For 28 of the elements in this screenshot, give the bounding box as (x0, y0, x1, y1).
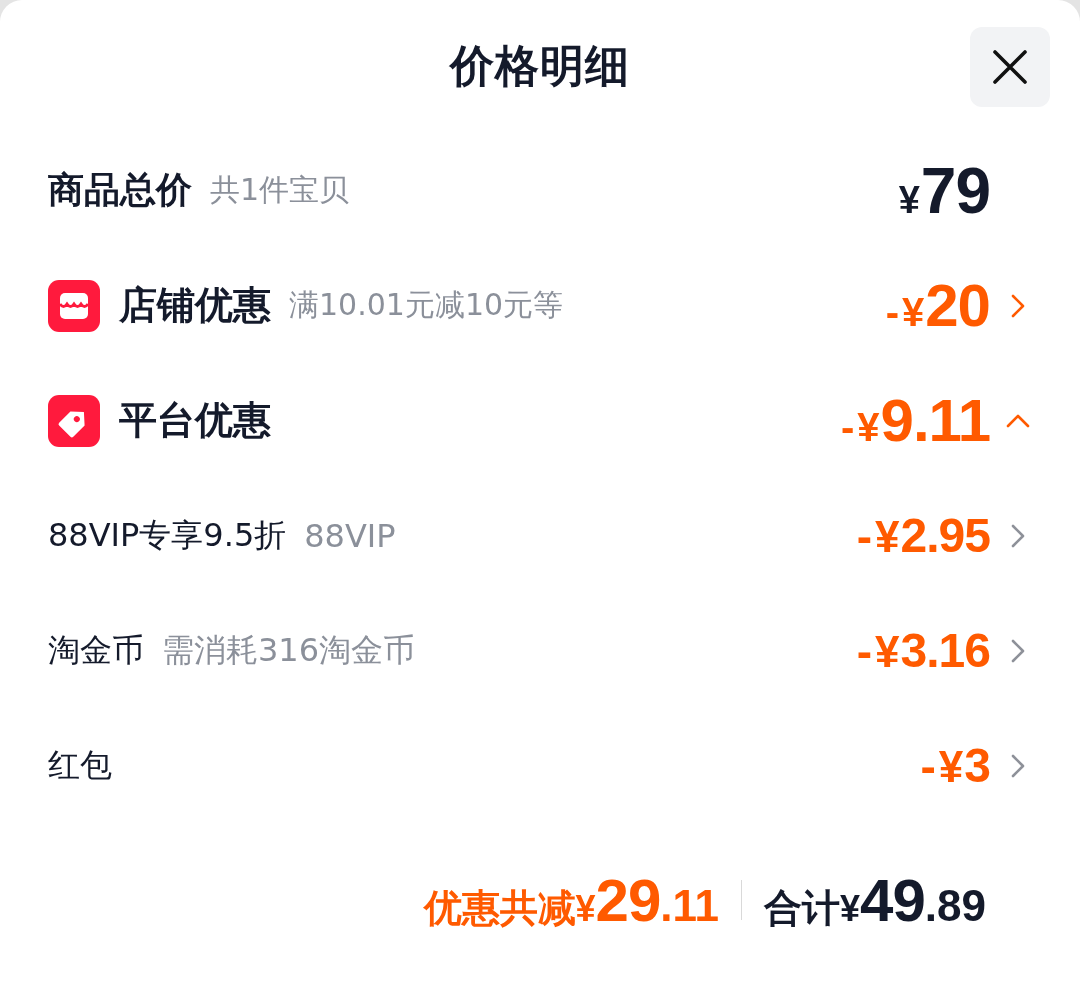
discount-amount: -¥9.11 (840, 386, 990, 455)
dialog-title: 价格明细 (450, 39, 630, 93)
discount-note: 满10.01元减10元等 (289, 286, 564, 324)
discount-item-label: 红包 (48, 744, 112, 786)
discount-label: 平台优惠 (119, 397, 271, 444)
discount-item-note: 88VIP (304, 516, 396, 555)
discount-item-amount: -¥3.16 (856, 623, 990, 678)
discount-item-amount: -¥2.95 (856, 508, 990, 563)
chevron-right-icon[interactable] (1011, 523, 1025, 548)
chevron-right-icon[interactable] (1011, 753, 1025, 778)
order-total: 合计¥49.89 (764, 865, 986, 935)
savings-total: 优惠共减¥29.11 (423, 865, 720, 935)
discount-amount: -¥20 (885, 271, 990, 340)
item-count-note: 共1件宝贝 (210, 171, 350, 209)
chevron-right-icon[interactable] (1011, 293, 1025, 318)
tag-icon (48, 394, 100, 447)
chevron-up-icon[interactable] (1006, 413, 1030, 428)
discount-item-label: 88VIP专享9.5折 (48, 514, 287, 556)
subtotal-price: ¥79 (898, 153, 990, 228)
close-icon (992, 48, 1028, 85)
discount-item-amount: -¥3 (920, 738, 990, 793)
subtotal-label: 商品总价 (48, 168, 192, 212)
close-button[interactable] (970, 26, 1050, 107)
discount-item-note: 需消耗316淘金币 (162, 629, 416, 671)
store-icon (48, 279, 100, 332)
discount-item-label: 淘金币 (48, 629, 144, 671)
discount-label: 店铺优惠 (119, 282, 271, 329)
chevron-right-icon[interactable] (1011, 638, 1025, 663)
